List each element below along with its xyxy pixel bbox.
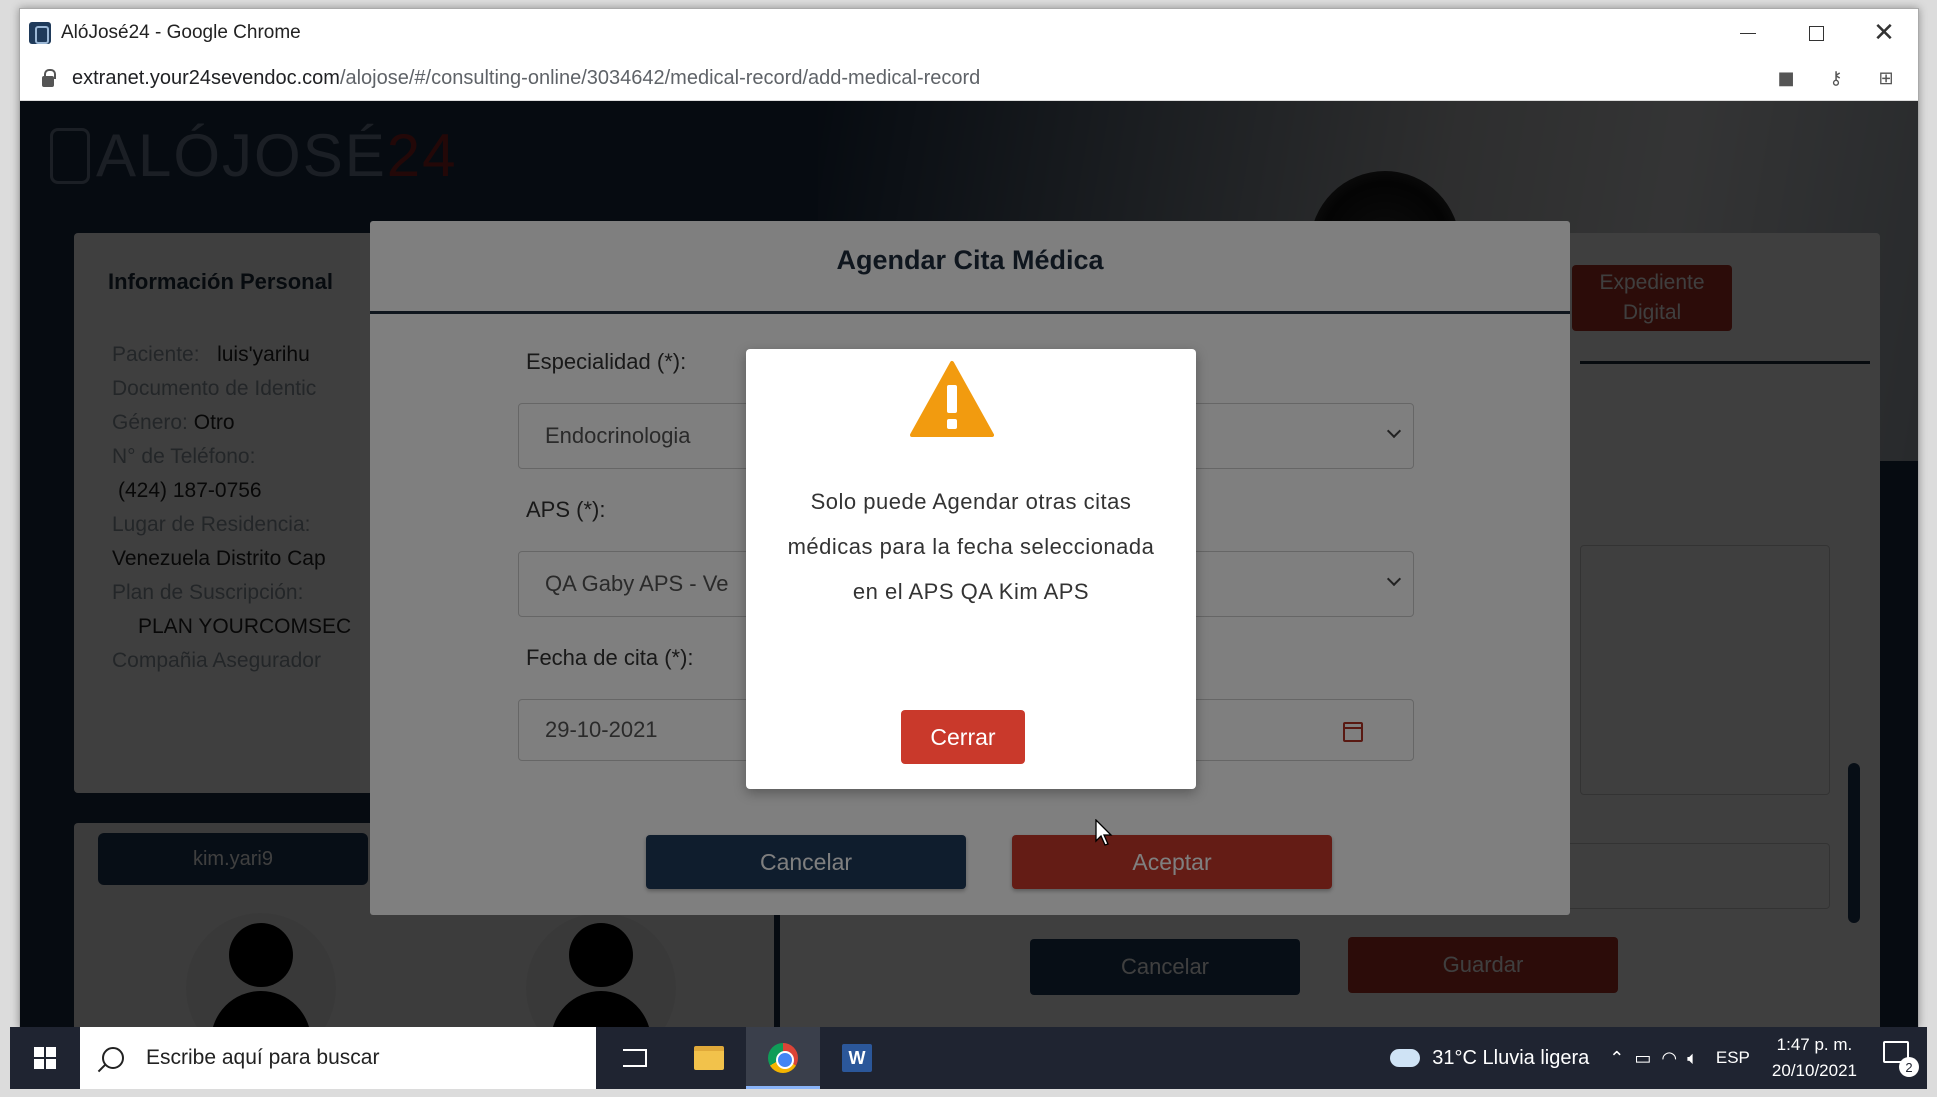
alert-dialog: Solo puede Agendar otras citas médicas p… bbox=[746, 349, 1196, 789]
web-page: ALÓJOSÉ24 Información Personal Paciente:… bbox=[20, 101, 1918, 1027]
tray-icons[interactable]: ⌃ ▭ ◠ 🔈︎ bbox=[1609, 1048, 1698, 1069]
cloud-rain-icon bbox=[1390, 1049, 1421, 1067]
close-button[interactable]: Cerrar bbox=[901, 710, 1025, 764]
clock[interactable]: 1:47 p. m. 20/10/2021 bbox=[1772, 1032, 1857, 1084]
chrome-taskbar-button[interactable] bbox=[746, 1027, 820, 1089]
word-icon: W bbox=[842, 1044, 872, 1072]
address-bar[interactable]: extranet.your24sevendoc.com/alojose/#/co… bbox=[20, 57, 1918, 101]
language-indicator[interactable]: ESP bbox=[1716, 1048, 1750, 1068]
weather-widget[interactable]: 31°C Lluvia ligera bbox=[1390, 1047, 1589, 1070]
clock-date: 20/10/2021 bbox=[1771, 1061, 1857, 1080]
minimize-icon bbox=[1740, 32, 1756, 34]
maximize-button[interactable] bbox=[1782, 9, 1850, 57]
task-view-button[interactable] bbox=[598, 1027, 672, 1089]
close-window-button[interactable]: ✕ bbox=[1850, 9, 1918, 57]
minimize-button[interactable] bbox=[1714, 9, 1782, 57]
file-explorer-button[interactable] bbox=[672, 1027, 746, 1089]
taskbar-search[interactable]: Escribe aquí para buscar bbox=[80, 1027, 596, 1089]
address-bar-icons: ■ ⚷ ⊞ bbox=[1774, 67, 1898, 89]
clock-time: 1:47 p. m. bbox=[1776, 1035, 1853, 1054]
word-taskbar-button[interactable]: W bbox=[820, 1027, 894, 1089]
url-text[interactable]: extranet.your24sevendoc.com/alojose/#/co… bbox=[72, 67, 980, 90]
maximize-icon bbox=[1808, 25, 1824, 41]
system-tray: 31°C Lluvia ligera ⌃ ▭ ◠ 🔈︎ ESP 1:47 p. … bbox=[1390, 1027, 1927, 1089]
site-favicon-icon bbox=[29, 22, 51, 44]
camera-icon[interactable]: ■ bbox=[1774, 67, 1798, 89]
start-button[interactable] bbox=[10, 1027, 80, 1089]
task-view-icon bbox=[623, 1049, 647, 1067]
lock-icon[interactable] bbox=[42, 69, 56, 87]
key-icon[interactable]: ⚷ bbox=[1824, 67, 1848, 89]
chrome-icon bbox=[768, 1043, 798, 1073]
browser-window: AlóJosé24 - Google Chrome ✕ extranet.you… bbox=[19, 8, 1919, 1028]
notifications-button[interactable]: 2 bbox=[1883, 1041, 1919, 1077]
weather-text: 31°C Lluvia ligera bbox=[1432, 1046, 1590, 1069]
search-icon bbox=[102, 1047, 124, 1069]
warning-icon bbox=[910, 361, 994, 437]
alert-message: Solo puede Agendar otras citas médicas p… bbox=[787, 489, 1155, 604]
search-placeholder: Escribe aquí para buscar bbox=[146, 1046, 380, 1069]
window-title: AlóJosé24 - Google Chrome bbox=[61, 22, 301, 43]
folder-icon bbox=[694, 1046, 724, 1070]
mouse-cursor-icon bbox=[1095, 819, 1113, 846]
notification-badge: 2 bbox=[1899, 1057, 1919, 1077]
windows-logo-icon bbox=[34, 1047, 56, 1069]
title-bar: AlóJosé24 - Google Chrome ✕ bbox=[20, 9, 1918, 57]
windows-taskbar: Escribe aquí para buscar W 31°C Lluvia l… bbox=[10, 1027, 1927, 1089]
translate-icon[interactable]: ⊞ bbox=[1874, 67, 1898, 89]
